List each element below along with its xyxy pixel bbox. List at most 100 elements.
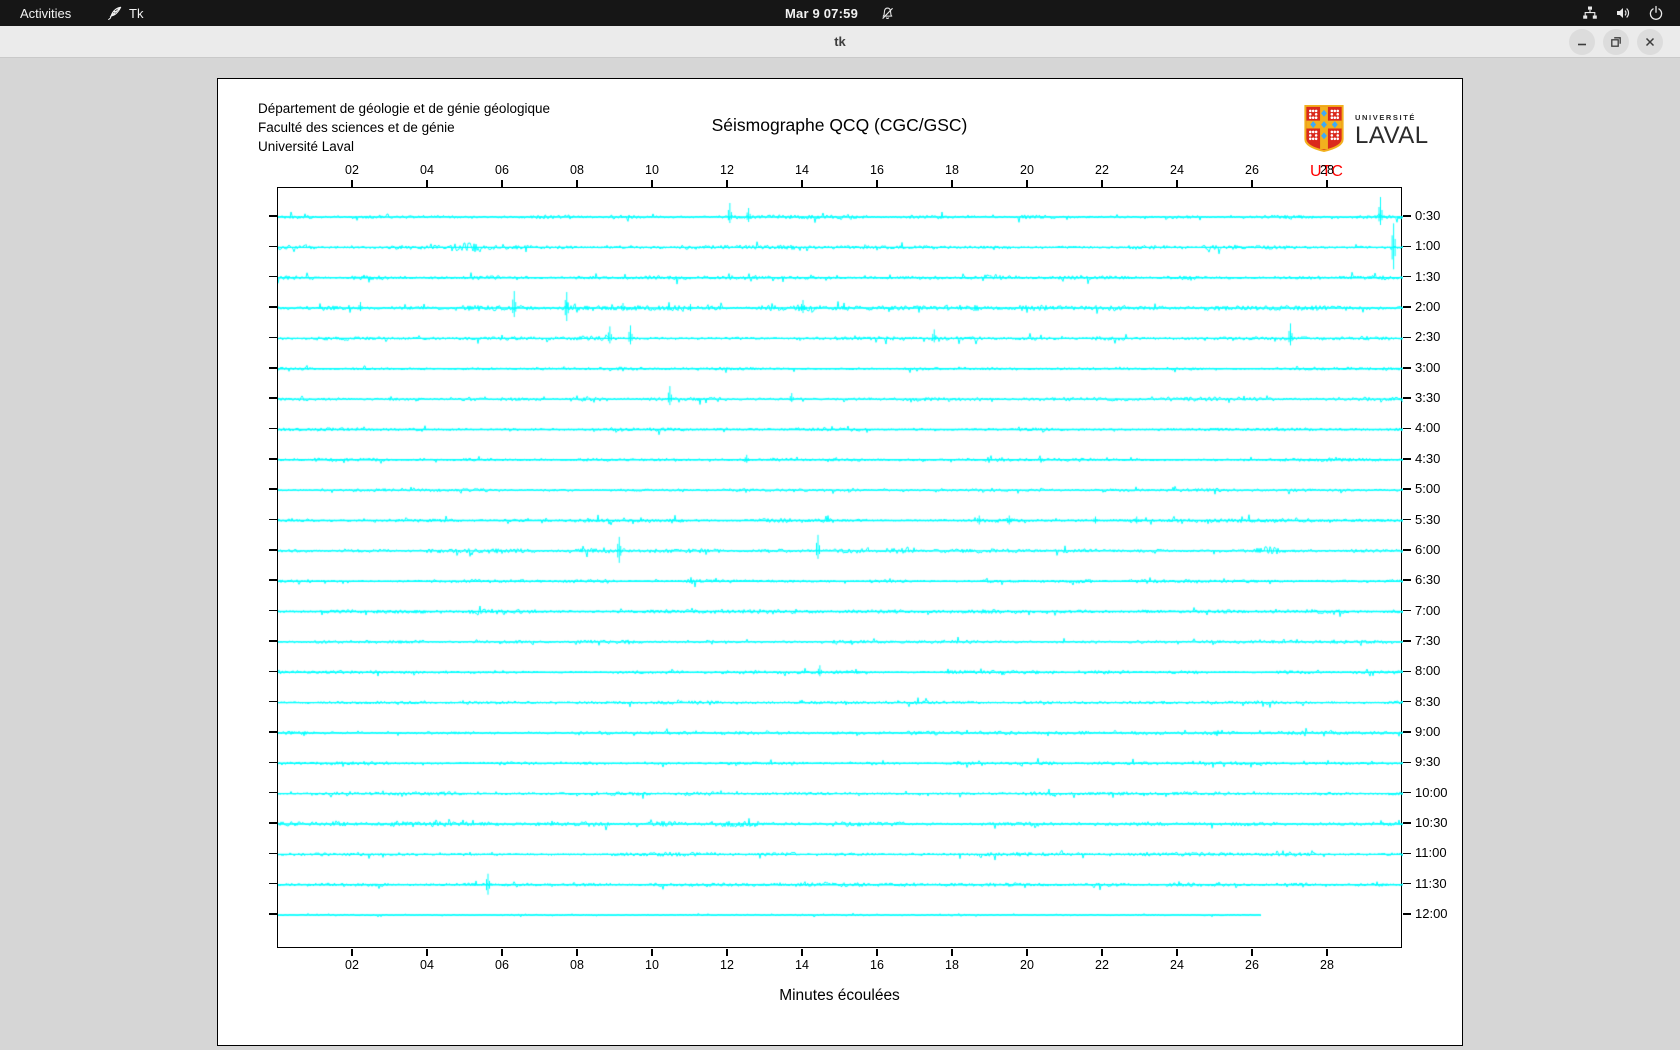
- x-tick-mark-bottom: [1101, 949, 1103, 956]
- logo-text-small: UNIVERSITÉ: [1355, 112, 1417, 122]
- time-label: 9:30: [1415, 754, 1441, 770]
- x-tick-label-bottom: 04: [420, 958, 434, 972]
- y-tick-mark-left: [269, 761, 277, 764]
- power-icon: [1648, 5, 1664, 21]
- x-tick-mark-top: [951, 180, 953, 187]
- x-tick-mark-bottom: [576, 949, 578, 956]
- x-tick-mark-bottom: [426, 949, 428, 956]
- time-label: 0:30: [1415, 208, 1441, 223]
- x-tick-mark-top: [1176, 180, 1178, 187]
- x-tick-mark-bottom: [1326, 949, 1328, 956]
- y-tick-mark-right: [1403, 791, 1411, 794]
- x-tick-label-bottom: 20: [1020, 958, 1034, 972]
- x-tick-label-bottom: 22: [1095, 958, 1109, 972]
- y-tick-mark-right: [1403, 458, 1411, 460]
- y-tick-mark-right: [1403, 731, 1411, 733]
- x-tick-label-bottom: 10: [645, 958, 659, 972]
- y-tick-mark-right: [1403, 882, 1411, 885]
- time-label: 5:00: [1415, 481, 1441, 497]
- y-tick-mark-left: [269, 609, 277, 612]
- y-tick-mark-right: [1403, 215, 1411, 217]
- y-tick-mark-right: [1403, 670, 1411, 672]
- y-tick-mark-left: [269, 670, 277, 672]
- x-axis-title: Minutes écoulées: [779, 987, 900, 1004]
- x-tick-mark-bottom: [1176, 949, 1178, 956]
- x-tick-label-bottom: 12: [720, 958, 734, 972]
- minimize-button[interactable]: [1569, 29, 1595, 55]
- seismograph-panel: Département de géologie et de génie géol…: [217, 78, 1463, 1046]
- x-tick-mark-bottom: [1026, 949, 1028, 956]
- y-tick-mark-right: [1403, 761, 1411, 764]
- universite-laval-logo: UNIVERSITÉ LAVAL: [1302, 103, 1429, 159]
- close-icon[interactable]: [1637, 29, 1663, 55]
- clock-group[interactable]: Mar 9 07:59: [0, 6, 1680, 21]
- x-tick-mark-bottom: [951, 949, 953, 956]
- window-title-bar[interactable]: tk: [0, 26, 1680, 58]
- time-label: 7:30: [1415, 632, 1441, 648]
- seismogram-plot-area: [277, 187, 1403, 949]
- x-tick-label-top: 24: [1170, 163, 1184, 177]
- laval-shield-icon: [1302, 103, 1346, 159]
- y-tick-mark-left: [269, 397, 277, 399]
- notifications-muted-icon: [880, 6, 895, 21]
- y-tick-mark-left: [269, 579, 277, 581]
- x-tick-mark-top: [1326, 180, 1328, 187]
- y-tick-mark-right: [1403, 245, 1411, 248]
- x-tick-label-top: 04: [420, 163, 434, 177]
- gnome-top-bar: Activities Tk Mar 9 07:59: [0, 0, 1680, 26]
- x-tick-label-top: 22: [1095, 163, 1109, 177]
- y-tick-mark-right: [1403, 822, 1411, 824]
- x-tick-mark-top: [501, 180, 503, 187]
- x-tick-label-bottom: 16: [870, 958, 884, 972]
- x-tick-label-top: 06: [495, 163, 509, 177]
- time-label: 4:30: [1415, 450, 1441, 466]
- y-tick-mark-left: [269, 215, 277, 217]
- y-tick-mark-left: [269, 640, 277, 642]
- restore-button[interactable]: [1603, 29, 1629, 55]
- logo-text-large: LAVAL: [1355, 121, 1429, 149]
- x-tick-mark-bottom: [876, 949, 878, 956]
- y-tick-mark-left: [269, 488, 277, 490]
- y-tick-mark-left: [269, 336, 277, 339]
- y-tick-mark-left: [269, 913, 277, 915]
- y-tick-mark-left: [269, 549, 277, 551]
- x-tick-mark-bottom: [501, 949, 503, 956]
- y-tick-mark-left: [269, 882, 277, 885]
- time-label: 10:30: [1415, 815, 1448, 830]
- x-tick-mark-top: [726, 180, 728, 187]
- x-tick-label-top: 10: [645, 163, 659, 177]
- y-tick-mark-right: [1403, 640, 1411, 642]
- window-title: tk: [834, 34, 846, 49]
- network-icon: [1582, 5, 1598, 21]
- y-tick-mark-left: [269, 852, 277, 855]
- seismogram-traces-canvas: [278, 188, 1403, 949]
- x-tick-label-top: 20: [1020, 163, 1034, 177]
- time-label: 6:30: [1415, 572, 1441, 588]
- y-tick-mark-right: [1403, 609, 1411, 612]
- system-status-area[interactable]: [1582, 5, 1664, 21]
- y-tick-mark-right: [1403, 306, 1411, 308]
- y-tick-mark-right: [1403, 518, 1411, 521]
- time-label: 6:00: [1415, 541, 1441, 557]
- x-tick-label-bottom: 06: [495, 958, 509, 972]
- time-label: 7:00: [1415, 602, 1441, 618]
- y-tick-mark-left: [269, 427, 277, 430]
- time-label: 4:00: [1415, 420, 1441, 436]
- x-tick-label-bottom: 08: [570, 958, 584, 972]
- x-tick-label-top: 08: [570, 163, 584, 177]
- x-tick-label-bottom: 02: [345, 958, 359, 972]
- time-label: 5:30: [1415, 511, 1441, 527]
- y-tick-mark-left: [269, 791, 277, 794]
- x-tick-label-bottom: 26: [1245, 958, 1259, 972]
- x-tick-mark-bottom: [1251, 949, 1253, 956]
- page-title: Séismographe QCQ (CGC/GSC): [711, 115, 968, 135]
- x-tick-label-top: 12: [720, 163, 734, 177]
- y-tick-mark-right: [1403, 488, 1411, 490]
- x-tick-label-top: 26: [1245, 163, 1259, 177]
- x-tick-mark-top: [576, 180, 578, 187]
- volume-icon: [1615, 5, 1631, 21]
- x-tick-mark-top: [426, 180, 428, 187]
- clock-label: Mar 9 07:59: [784, 5, 859, 21]
- y-tick-mark-right: [1403, 913, 1411, 915]
- time-label: 8:00: [1415, 663, 1441, 679]
